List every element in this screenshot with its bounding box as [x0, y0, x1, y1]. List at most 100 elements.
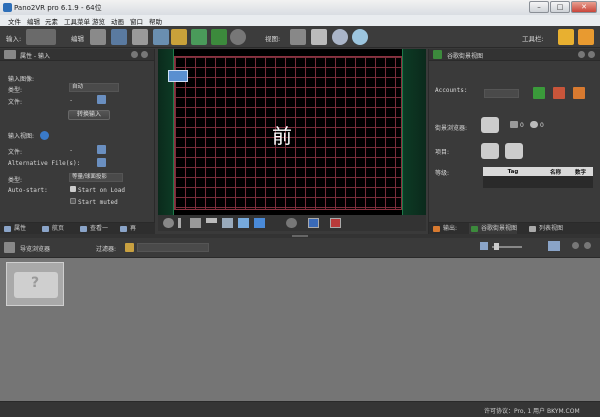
view-file-label: 文件: — [8, 149, 23, 156]
tour-browser-area[interactable]: ? — [0, 258, 600, 401]
pin-icon[interactable] — [131, 51, 138, 58]
flag-icon[interactable] — [254, 218, 265, 228]
3d-icon[interactable] — [171, 29, 187, 45]
tour-browser-header: 导览浏览器 过滤器: — [0, 238, 600, 258]
cloud-upload-icon[interactable] — [505, 143, 523, 159]
viewer-toolbar — [158, 215, 426, 231]
edit-label: 编辑 — [71, 35, 84, 43]
binoculars-icon[interactable] — [290, 29, 306, 45]
logout-icon[interactable] — [573, 87, 585, 99]
minimize-button[interactable]: – — [529, 1, 549, 13]
map-icon[interactable] — [191, 29, 207, 45]
tour-browser-icon — [4, 242, 15, 253]
street-view-panel-header: 谷歌街景视图 — [429, 49, 600, 61]
grid-icon[interactable] — [190, 218, 201, 228]
convert-input-button[interactable]: 转换输入 — [68, 110, 110, 120]
cloud-download-icon[interactable] — [481, 143, 499, 159]
upload-cloud-icon[interactable] — [481, 117, 499, 133]
splitter-handle[interactable] — [292, 235, 308, 237]
pencil-icon[interactable] — [125, 243, 134, 252]
folder-icon[interactable] — [97, 158, 106, 167]
alt-files-value: - — [70, 160, 73, 167]
blue-frame-icon[interactable] — [308, 218, 319, 228]
notes-icon[interactable] — [311, 29, 327, 45]
close-panel-icon[interactable] — [588, 51, 595, 58]
crosshair-icon[interactable] — [286, 218, 297, 228]
question-mark-icon: ? — [31, 275, 40, 291]
close-panel-icon[interactable] — [141, 51, 148, 58]
tab-properties-icon — [4, 226, 11, 232]
small-thumbnail-icon — [480, 242, 488, 250]
shield-icon[interactable] — [533, 87, 545, 99]
project-label: 项目: — [435, 149, 450, 156]
menu-elements[interactable]: 元素 — [45, 16, 58, 26]
compass-icon[interactable] — [163, 218, 174, 228]
tilt-icon[interactable] — [178, 218, 181, 228]
pin-icon[interactable] — [578, 51, 585, 58]
eye-icon[interactable] — [352, 29, 368, 45]
folder-icon[interactable] — [97, 145, 106, 154]
close-panel-icon[interactable] — [584, 242, 591, 249]
start-on-load-checkbox[interactable] — [70, 186, 76, 192]
pin-icon[interactable] — [572, 242, 579, 249]
tools-label: 工具栏: — [522, 35, 544, 43]
menu-tools[interactable]: 工具菜单 — [64, 16, 90, 26]
slider-thumb[interactable] — [494, 243, 499, 250]
view-type-select[interactable]: 等量/球面投影 — [69, 173, 123, 182]
output-icon[interactable] — [578, 29, 594, 45]
clock-icon[interactable] — [332, 29, 348, 45]
license-status: 许可协议：Pro, 1 用户 BKYM.COM — [484, 408, 580, 415]
filter-input[interactable] — [137, 243, 209, 252]
type-select[interactable]: 自动 — [69, 83, 119, 92]
move-icon[interactable] — [238, 218, 249, 228]
table-header-name: 名称 — [549, 169, 561, 176]
properties-header-title: 属性 - 输入 — [20, 53, 50, 60]
viewer-panorama-icon[interactable] — [168, 70, 188, 82]
menu-tour[interactable]: 游览 — [92, 16, 105, 26]
red-frame-icon[interactable] — [330, 218, 341, 228]
accounts-select[interactable] — [484, 89, 519, 98]
menu-window[interactable]: 窗口 — [130, 16, 143, 26]
close-button[interactable]: ✕ — [571, 1, 597, 13]
folder-icon[interactable] — [97, 95, 106, 104]
tour-browser-title: 导览浏览器 — [20, 246, 51, 253]
properties-panel-header: 属性 - 输入 — [0, 49, 154, 61]
large-thumbnail-icon — [548, 241, 560, 251]
window-title: Pano2VR pro 6.1.9 - 64位 — [14, 4, 102, 12]
status-bar: 许可协议：Pro, 1 用户 BKYM.COM — [0, 401, 600, 417]
animation-reel-icon[interactable] — [230, 29, 246, 45]
table-cell[interactable] — [568, 176, 593, 188]
patch-icon[interactable] — [111, 29, 127, 45]
level-icon[interactable] — [206, 218, 217, 223]
input-panorama-button[interactable] — [26, 29, 56, 45]
menu-edit[interactable]: 编辑 — [27, 16, 40, 26]
level-label: 等级: — [435, 170, 450, 177]
table-cell[interactable] — [543, 176, 568, 188]
info-icon[interactable] — [40, 131, 49, 140]
menu-file[interactable]: 文件 — [8, 16, 21, 26]
properties-panel: 属性 - 输入 输入图像: 类型: 自动 文件: - 转换输入 输入视图: 文件… — [0, 49, 155, 234]
hotspot-icon[interactable] — [222, 218, 233, 228]
menu-animation[interactable]: 动画 — [111, 16, 124, 26]
maximize-button[interactable]: □ — [550, 1, 570, 13]
account-icon[interactable] — [553, 87, 565, 99]
input-label: 输入: — [6, 35, 22, 43]
file-label: 文件: — [8, 99, 23, 106]
star-icon[interactable] — [558, 29, 574, 45]
filter-label: 过滤器: — [96, 246, 117, 253]
media-icon[interactable] — [153, 29, 169, 45]
tour-icon[interactable] — [132, 29, 148, 45]
tab-list-view-label: 列表视图 — [539, 225, 564, 232]
menu-help[interactable]: 帮助 — [149, 16, 162, 26]
table-cell[interactable] — [483, 176, 543, 188]
tab-street-view-label: 谷歌街景视图 — [481, 225, 518, 232]
panorama-thumbnail[interactable]: ? — [6, 262, 64, 306]
tab-navigation-icon — [42, 226, 49, 232]
table-header-tag: Tag — [507, 168, 519, 175]
input-image-title: 输入图像: — [8, 76, 35, 83]
google-street-view-icon[interactable] — [211, 29, 227, 45]
right-tabs: 输出: 谷歌街景视图 列表视图 — [429, 222, 600, 235]
tab-list-view-icon — [529, 226, 536, 232]
start-muted-checkbox[interactable] — [70, 198, 76, 204]
properties-icon[interactable] — [90, 29, 106, 45]
